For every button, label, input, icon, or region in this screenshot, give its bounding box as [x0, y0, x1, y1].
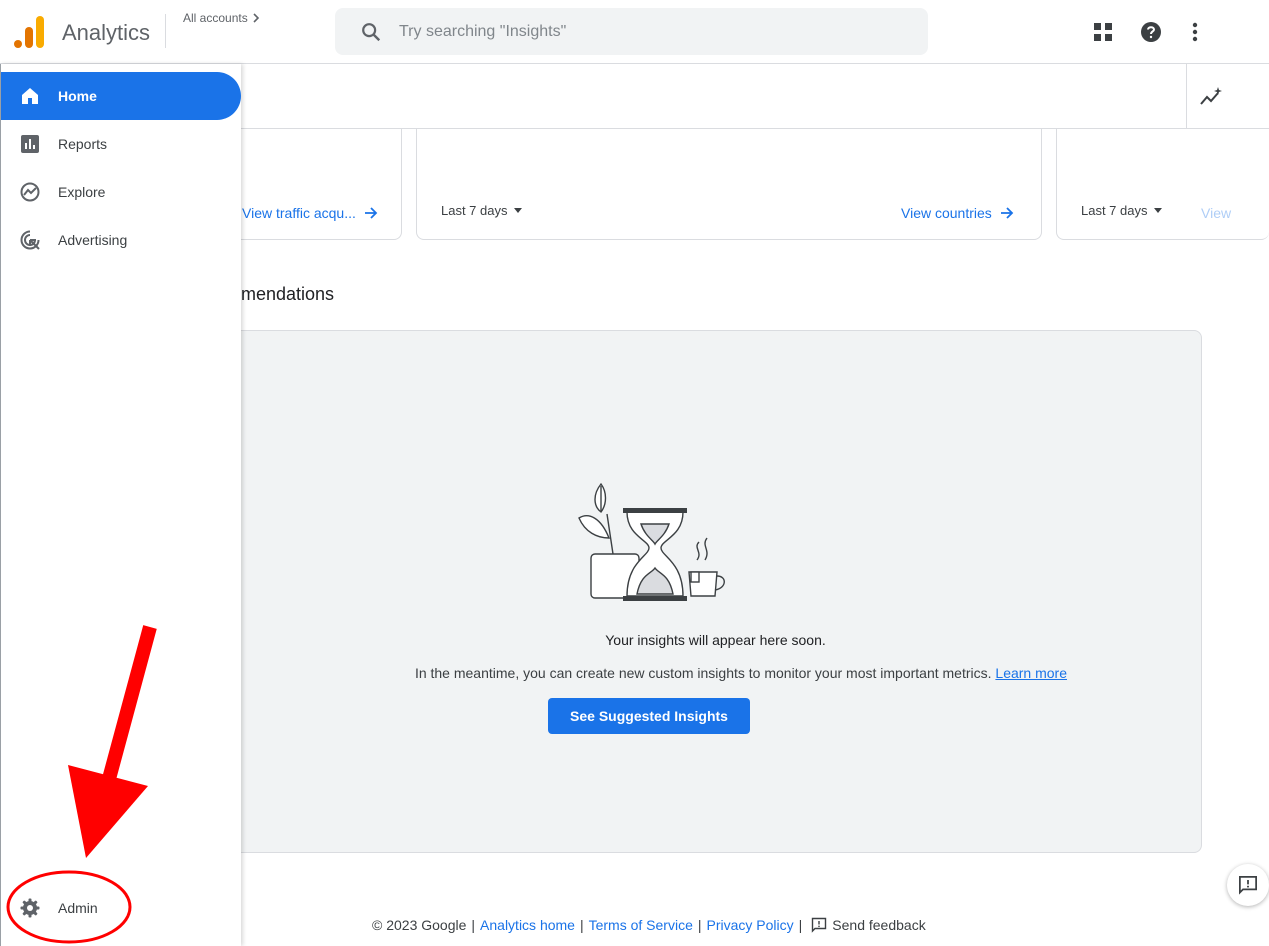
- view-countries-label: View countries: [901, 205, 992, 221]
- sidebar-nav: Home Reports Explore Advertising Admin: [0, 64, 241, 946]
- sidebar-item-label: Reports: [58, 136, 108, 152]
- view-traffic-acquisition-link[interactable]: View traffic acqu...: [242, 205, 378, 221]
- arrow-right-icon: [364, 207, 378, 219]
- search-bar[interactable]: [335, 8, 928, 55]
- hourglass-illustration: [578, 482, 725, 601]
- learn-more-link[interactable]: Learn more: [995, 665, 1067, 681]
- copyright: © 2023 Google: [372, 917, 467, 933]
- footer: © 2023 Google | Analytics home | Terms o…: [372, 917, 926, 933]
- analytics-home-link[interactable]: Analytics home: [480, 917, 575, 933]
- apps-grid-icon[interactable]: [1091, 20, 1115, 44]
- search-input[interactable]: [399, 22, 879, 41]
- view-countries-link[interactable]: View countries: [901, 205, 1014, 221]
- insights-empty-message: Your insights will appear here soon.: [605, 632, 826, 648]
- sidebar-item-label: Advertising: [58, 232, 128, 248]
- sidebar-item-home[interactable]: Home: [1, 72, 241, 120]
- view-link[interactable]: View: [1201, 205, 1231, 221]
- sidebar-item-explore[interactable]: Explore: [1, 168, 241, 216]
- date-range-label: Last 7 days: [1081, 203, 1148, 218]
- feedback-icon: [1239, 876, 1257, 895]
- sidebar-item-label: Admin: [58, 900, 98, 916]
- date-range-label: Last 7 days: [441, 203, 508, 218]
- app-name: Analytics: [62, 20, 151, 45]
- accounts-label: All accounts: [183, 11, 248, 25]
- footer-separator: |: [471, 917, 476, 933]
- arrow-right-icon: [1000, 207, 1014, 219]
- more-vert-icon[interactable]: [1183, 20, 1207, 44]
- countries-card: Last 7 days View countries: [416, 129, 1042, 240]
- sidebar-item-label: Home: [58, 88, 97, 104]
- top-app-bar: Analytics All accounts: [0, 0, 1269, 64]
- sidebar-item-admin[interactable]: Admin: [1, 884, 241, 932]
- advertising-icon: [19, 229, 41, 251]
- sidebar-item-reports[interactable]: Reports: [1, 120, 241, 168]
- see-suggested-insights-button[interactable]: See Suggested Insights: [548, 698, 750, 734]
- insights-description-text: In the meantime, you can create new cust…: [414, 665, 992, 681]
- date-range-dropdown[interactable]: Last 7 days: [1081, 203, 1162, 218]
- sidebar-item-label: Explore: [58, 184, 106, 200]
- view-label: View: [1201, 205, 1232, 221]
- home-icon: [19, 85, 41, 107]
- send-feedback-label: Send feedback: [832, 917, 926, 933]
- analytics-logo[interactable]: [14, 16, 44, 48]
- date-range-dropdown[interactable]: Last 7 days: [441, 203, 522, 218]
- search-icon: [362, 22, 381, 41]
- footer-separator: |: [579, 917, 584, 933]
- chevron-right-icon: [253, 13, 259, 23]
- footer-separator: |: [798, 917, 803, 933]
- dropdown-caret-icon: [1153, 208, 1162, 213]
- feedback-icon: [812, 917, 827, 933]
- send-feedback-link[interactable]: Send feedback: [811, 917, 926, 933]
- section-title: mendations: [241, 284, 335, 304]
- header-divider: [1186, 64, 1187, 128]
- account-picker[interactable]: All accounts: [183, 11, 260, 25]
- view-traffic-label: View traffic acqu...: [242, 205, 356, 221]
- explore-icon: [19, 181, 41, 203]
- gear-icon: [19, 897, 41, 919]
- page-header-strip: [241, 64, 1269, 129]
- header-divider: [165, 14, 166, 48]
- help-icon[interactable]: [1139, 20, 1163, 44]
- dropdown-caret-icon: [513, 208, 522, 213]
- privacy-policy-link[interactable]: Privacy Policy: [707, 917, 794, 933]
- insights-sparkle-icon[interactable]: [1198, 84, 1224, 110]
- insights-description: In the meantime, you can create new cust…: [229, 665, 1067, 681]
- footer-separator: |: [697, 917, 702, 933]
- feedback-fab-button[interactable]: [1227, 864, 1269, 906]
- terms-of-service-link[interactable]: Terms of Service: [589, 917, 693, 933]
- bar-chart-icon: [19, 133, 41, 155]
- third-card: Last 7 days View: [1056, 129, 1269, 240]
- sidebar-item-advertising[interactable]: Advertising: [1, 216, 241, 264]
